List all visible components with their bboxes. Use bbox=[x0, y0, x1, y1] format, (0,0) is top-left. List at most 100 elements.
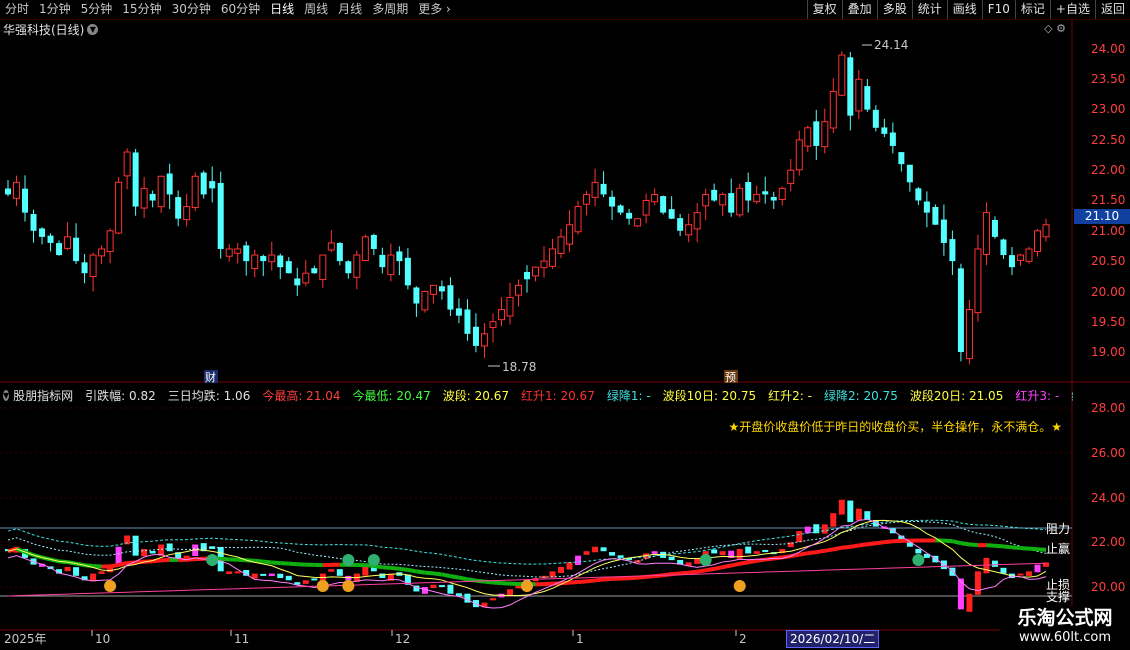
candle-body[interactable] bbox=[361, 236, 369, 262]
candle-body[interactable] bbox=[175, 197, 182, 219]
candle-body[interactable] bbox=[634, 218, 642, 227]
candle-body[interactable] bbox=[455, 308, 462, 316]
candle-body[interactable] bbox=[660, 196, 667, 213]
candle-body[interactable] bbox=[821, 121, 829, 148]
finance-marker[interactable]: 财 bbox=[205, 370, 216, 384]
candle-body[interactable] bbox=[974, 248, 982, 314]
candle-body[interactable] bbox=[209, 181, 216, 189]
candle-body[interactable] bbox=[379, 254, 386, 268]
candle-body[interactable] bbox=[982, 212, 990, 255]
candle-body[interactable] bbox=[855, 78, 863, 112]
candle-body[interactable] bbox=[39, 228, 46, 237]
candle-body[interactable] bbox=[157, 175, 165, 208]
candle-body[interactable] bbox=[438, 286, 445, 292]
candle-body[interactable] bbox=[626, 212, 633, 219]
candle-body[interactable] bbox=[506, 296, 514, 317]
candle-body[interactable] bbox=[719, 193, 727, 206]
candle-body[interactable] bbox=[991, 219, 998, 237]
candle-body[interactable] bbox=[1042, 224, 1050, 238]
candle-body[interactable] bbox=[22, 188, 29, 213]
candle-body[interactable] bbox=[847, 57, 854, 116]
candle-body[interactable] bbox=[642, 200, 650, 216]
candle-body[interactable] bbox=[1025, 248, 1033, 262]
candle-body[interactable] bbox=[327, 242, 335, 251]
candle-body[interactable] bbox=[472, 326, 479, 346]
candle-body[interactable] bbox=[123, 151, 131, 177]
candle-body[interactable] bbox=[829, 90, 837, 129]
candle-body[interactable] bbox=[813, 121, 820, 146]
candle-body[interactable] bbox=[319, 254, 327, 281]
candle-body[interactable] bbox=[345, 261, 352, 274]
candle-body[interactable] bbox=[566, 224, 574, 245]
candle-body[interactable] bbox=[651, 193, 659, 203]
candle-body[interactable] bbox=[940, 219, 947, 243]
candle-body[interactable] bbox=[881, 127, 888, 134]
candle-body[interactable] bbox=[225, 248, 233, 257]
candle-body[interactable] bbox=[47, 235, 54, 243]
candle-body[interactable] bbox=[540, 260, 548, 269]
candle-body[interactable] bbox=[5, 188, 11, 195]
candle-body[interactable] bbox=[932, 206, 939, 225]
candle-body[interactable] bbox=[957, 268, 964, 352]
candle-body[interactable] bbox=[166, 173, 173, 195]
candle-body[interactable] bbox=[600, 183, 607, 195]
candle-body[interactable] bbox=[524, 272, 530, 280]
candle-body[interactable] bbox=[693, 212, 701, 230]
chevron-down-icon[interactable]: ▼ bbox=[87, 23, 99, 35]
candle-body[interactable] bbox=[447, 285, 454, 310]
candle-body[interactable] bbox=[132, 152, 139, 207]
candle-body[interactable] bbox=[557, 236, 565, 255]
candle-body[interactable] bbox=[183, 206, 191, 221]
candle-body[interactable] bbox=[949, 239, 956, 262]
candle-body[interactable] bbox=[353, 254, 361, 278]
diamond-icon[interactable]: ◇ bbox=[1044, 22, 1052, 35]
candle-body[interactable] bbox=[889, 132, 896, 146]
candle-body[interactable] bbox=[1033, 230, 1041, 253]
candle-body[interactable] bbox=[872, 109, 879, 128]
candle-body[interactable] bbox=[583, 193, 591, 205]
candle-body[interactable] bbox=[514, 284, 522, 296]
candle-body[interactable] bbox=[294, 278, 301, 286]
candle-body[interactable] bbox=[89, 254, 97, 278]
chevron-down-icon[interactable]: ▼ bbox=[3, 389, 10, 401]
candle-body[interactable] bbox=[736, 187, 744, 216]
candle-body[interactable] bbox=[404, 257, 411, 286]
candle-body[interactable] bbox=[396, 251, 403, 262]
candle-body[interactable] bbox=[728, 193, 735, 213]
candle-body[interactable] bbox=[73, 237, 80, 262]
candle-body[interactable] bbox=[677, 218, 684, 231]
candle-body[interactable] bbox=[804, 127, 812, 147]
candle-body[interactable] bbox=[923, 201, 930, 213]
candle-body[interactable] bbox=[753, 193, 761, 203]
candle-body[interactable] bbox=[30, 213, 37, 231]
candle-body[interactable] bbox=[1008, 255, 1015, 268]
gear-icon[interactable]: ⚙ bbox=[1056, 22, 1066, 35]
candle-body[interactable] bbox=[98, 248, 106, 257]
candle-body[interactable] bbox=[609, 196, 616, 207]
forecast-marker[interactable]: 预 bbox=[725, 371, 736, 384]
candle-body[interactable] bbox=[787, 169, 795, 184]
candle-body[interactable] bbox=[302, 272, 310, 284]
candle-body[interactable] bbox=[480, 333, 488, 347]
candle-body[interactable] bbox=[413, 287, 420, 304]
candle-body[interactable] bbox=[497, 309, 505, 321]
candle-body[interactable] bbox=[617, 205, 624, 213]
candle-body[interactable] bbox=[191, 175, 199, 208]
candle-body[interactable] bbox=[311, 268, 318, 274]
candle-body[interactable] bbox=[591, 181, 599, 198]
candle-body[interactable] bbox=[915, 188, 922, 201]
candle-body[interactable] bbox=[549, 248, 557, 267]
candle-body[interactable] bbox=[711, 189, 718, 201]
candle-body[interactable] bbox=[898, 152, 905, 165]
candle-body[interactable] bbox=[81, 262, 88, 274]
candle-body[interactable] bbox=[702, 193, 710, 207]
candle-body[interactable] bbox=[489, 321, 497, 329]
candle-body[interactable] bbox=[574, 206, 582, 233]
candle-body[interactable] bbox=[685, 224, 693, 236]
candle-body[interactable] bbox=[668, 209, 675, 219]
candle-body[interactable] bbox=[429, 284, 437, 295]
candle-body[interactable] bbox=[532, 266, 540, 277]
candle-body[interactable] bbox=[906, 164, 913, 183]
candle-body[interactable] bbox=[268, 254, 276, 263]
candle-body[interactable] bbox=[838, 54, 846, 96]
